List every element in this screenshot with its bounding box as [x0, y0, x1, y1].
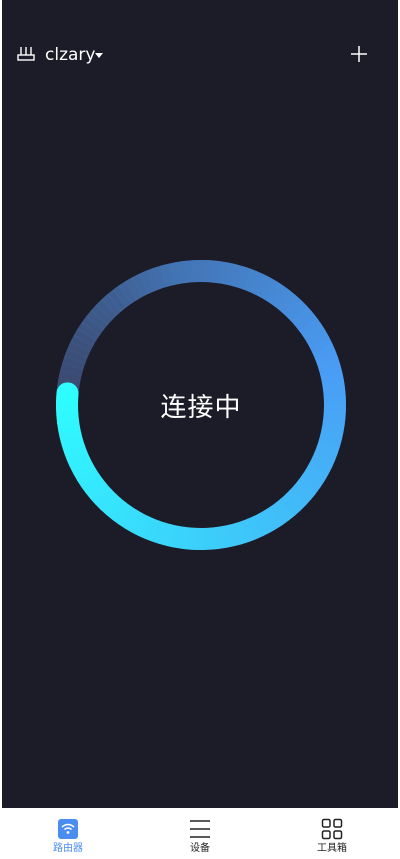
- grid-icon: [321, 818, 343, 840]
- left-edge: [0, 0, 2, 859]
- connection-progress-ring: 连接中: [55, 259, 347, 551]
- nav-label-toolbox: 工具箱: [317, 843, 347, 854]
- wifi-icon: [58, 819, 78, 839]
- nav-label-router: 路由器: [53, 843, 83, 854]
- nav-item-devices[interactable]: 设备: [134, 808, 266, 859]
- bottom-navigation: 路由器 设备 工具箱: [2, 808, 398, 859]
- connection-status-text: 连接中: [160, 392, 242, 423]
- nav-label-devices: 设备: [190, 843, 210, 854]
- top-bar: clzary: [0, 0, 400, 110]
- device-name-selector[interactable]: clzary: [45, 44, 95, 66]
- plus-icon[interactable]: [349, 44, 369, 64]
- nav-item-router[interactable]: 路由器: [2, 808, 134, 859]
- menu-lines-icon: [190, 820, 210, 838]
- nav-item-toolbox[interactable]: 工具箱: [266, 808, 398, 859]
- router-icon: [17, 47, 35, 61]
- caret-down-icon[interactable]: [94, 52, 104, 60]
